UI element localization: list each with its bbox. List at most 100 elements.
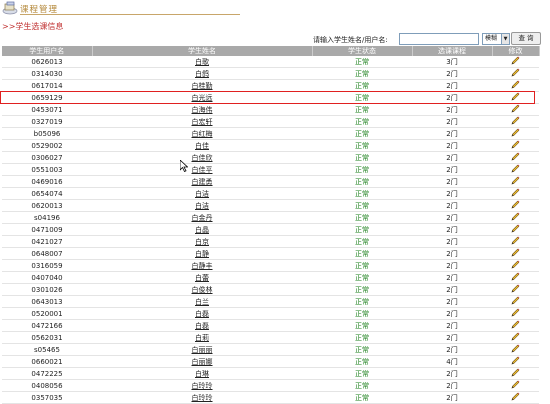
cell-edit bbox=[492, 139, 539, 152]
student-name-link[interactable]: 白建勇 bbox=[192, 178, 213, 186]
pencil-icon[interactable] bbox=[511, 116, 520, 127]
pencil-icon[interactable] bbox=[511, 284, 520, 295]
match-mode-value: 模糊 bbox=[485, 35, 498, 42]
cell-name: 白桂勤 bbox=[92, 79, 312, 92]
pencil-icon[interactable] bbox=[511, 128, 520, 139]
student-name-link[interactable]: 白宏轩 bbox=[192, 118, 213, 126]
student-name-link[interactable]: 白静 bbox=[195, 250, 209, 258]
cell-username: 0520001 bbox=[2, 307, 92, 320]
cell-courses: 2门 bbox=[412, 163, 492, 176]
pencil-icon[interactable] bbox=[511, 212, 520, 223]
student-name-link[interactable]: 白佳欣 bbox=[192, 154, 213, 162]
col-header-courses[interactable]: 选课课程 bbox=[412, 46, 493, 56]
col-header-username[interactable]: 学生用户名 bbox=[2, 46, 93, 56]
pencil-icon[interactable] bbox=[511, 176, 520, 187]
pencil-icon[interactable] bbox=[511, 356, 520, 367]
student-name-link[interactable]: 白金丹 bbox=[192, 214, 213, 222]
cell-courses: 2门 bbox=[412, 127, 492, 140]
pencil-icon[interactable] bbox=[511, 320, 520, 331]
search-label: 请输入学生姓名/用户名: bbox=[313, 36, 388, 44]
cell-edit bbox=[492, 319, 539, 332]
pencil-icon[interactable] bbox=[511, 296, 520, 307]
student-name-link[interactable]: 白桂勤 bbox=[192, 82, 213, 90]
student-name-link[interactable]: 白洁 bbox=[195, 202, 209, 210]
student-name-link[interactable]: 白兰 bbox=[195, 298, 209, 306]
student-name-link[interactable]: 白鸽 bbox=[195, 70, 209, 78]
cell-edit bbox=[492, 355, 539, 368]
cell-status: 正常 bbox=[312, 331, 412, 344]
pencil-icon[interactable] bbox=[511, 380, 520, 391]
cell-status: 正常 bbox=[312, 307, 412, 320]
cell-name: 白红梅 bbox=[92, 127, 312, 140]
cell-username: 0551003 bbox=[2, 163, 92, 176]
search-button[interactable]: 查 询 bbox=[511, 32, 541, 45]
cell-courses: 2门 bbox=[412, 91, 492, 104]
pencil-icon[interactable] bbox=[511, 92, 520, 103]
table-row: 0407040 白蕾 正常 2门 bbox=[2, 271, 539, 284]
pencil-icon[interactable] bbox=[511, 260, 520, 271]
student-name-link[interactable]: 白玲玲 bbox=[192, 382, 213, 390]
student-name-link[interactable]: 白海伟 bbox=[192, 106, 213, 114]
student-name-link[interactable]: 白俊林 bbox=[192, 286, 213, 294]
student-name-link[interactable]: 白歌 bbox=[195, 58, 209, 66]
pencil-icon[interactable] bbox=[511, 80, 520, 91]
student-name-link[interactable]: 白洁 bbox=[195, 190, 209, 198]
table-row: b05096 白红梅 正常 2门 bbox=[2, 127, 539, 140]
pencil-icon[interactable] bbox=[511, 344, 520, 355]
pencil-icon[interactable] bbox=[511, 272, 520, 283]
pencil-icon[interactable] bbox=[511, 68, 520, 79]
mouse-pointer-icon bbox=[179, 159, 189, 174]
pencil-icon[interactable] bbox=[511, 368, 520, 379]
page-header: 课程管理 bbox=[0, 0, 550, 22]
chevron-down-icon[interactable]: ▼ bbox=[501, 34, 509, 44]
student-name-link[interactable]: 白光远 bbox=[192, 94, 213, 102]
student-name-link[interactable]: 白蕾 bbox=[195, 274, 209, 282]
pencil-icon[interactable] bbox=[511, 140, 520, 151]
pencil-icon[interactable] bbox=[511, 224, 520, 235]
student-name-link[interactable]: 白琳 bbox=[195, 370, 209, 378]
student-name-link[interactable]: 白磊 bbox=[195, 322, 209, 330]
pencil-icon[interactable] bbox=[511, 56, 520, 67]
cell-name: 白丽丽 bbox=[92, 343, 312, 356]
cell-username: 0529002 bbox=[2, 139, 92, 152]
student-name-link[interactable]: 白莉 bbox=[195, 334, 209, 342]
pencil-icon[interactable] bbox=[511, 164, 520, 175]
student-name-link[interactable]: 白玲玲 bbox=[192, 394, 213, 402]
header-divider bbox=[20, 14, 240, 15]
pencil-icon[interactable] bbox=[511, 188, 520, 199]
student-name-link[interactable]: 白丽娜 bbox=[192, 358, 213, 366]
cell-username: b05096 bbox=[2, 127, 92, 140]
student-name-link[interactable]: 白晶 bbox=[195, 226, 209, 234]
col-header-name[interactable]: 学生姓名 bbox=[92, 46, 313, 56]
breadcrumb-label: 学生选课信息 bbox=[15, 22, 64, 31]
student-name-link[interactable]: 白京 bbox=[195, 238, 209, 246]
pencil-icon[interactable] bbox=[511, 308, 520, 319]
cell-edit bbox=[492, 163, 539, 176]
pencil-icon[interactable] bbox=[511, 248, 520, 259]
student-name-link[interactable]: 白磊 bbox=[195, 310, 209, 318]
student-name-link[interactable]: 白红梅 bbox=[192, 130, 213, 138]
cell-courses: 2门 bbox=[412, 187, 492, 200]
student-name-link[interactable]: 白静丰 bbox=[192, 262, 213, 270]
match-mode-select[interactable]: 模糊 ▼ bbox=[482, 33, 510, 45]
cell-username: 0660021 bbox=[2, 355, 92, 368]
pencil-icon[interactable] bbox=[511, 152, 520, 163]
cell-status: 正常 bbox=[312, 247, 412, 260]
student-name-link[interactable]: 白丽丽 bbox=[192, 346, 213, 354]
pencil-icon[interactable] bbox=[511, 104, 520, 115]
pencil-icon[interactable] bbox=[511, 392, 520, 403]
pencil-icon[interactable] bbox=[511, 332, 520, 343]
pencil-icon[interactable] bbox=[511, 236, 520, 247]
cell-username: 0648007 bbox=[2, 247, 92, 260]
table-row: 0357035 白玲玲 正常 2门 bbox=[2, 391, 539, 404]
table-row: 0654074 白洁 正常 2门 bbox=[2, 187, 539, 200]
student-name-link[interactable]: 白佳平 bbox=[192, 166, 213, 174]
pencil-icon[interactable] bbox=[511, 200, 520, 211]
student-name-link[interactable]: 白佳 bbox=[195, 142, 209, 150]
cell-username: 0471009 bbox=[2, 223, 92, 236]
cell-username: 0314030 bbox=[2, 67, 92, 80]
table-row: 0648007 白静 正常 2门 bbox=[2, 247, 539, 260]
table-row: 0301026 白俊林 正常 2门 bbox=[2, 283, 539, 296]
col-header-status[interactable]: 学生状态 bbox=[312, 46, 413, 56]
search-input[interactable] bbox=[399, 33, 479, 45]
